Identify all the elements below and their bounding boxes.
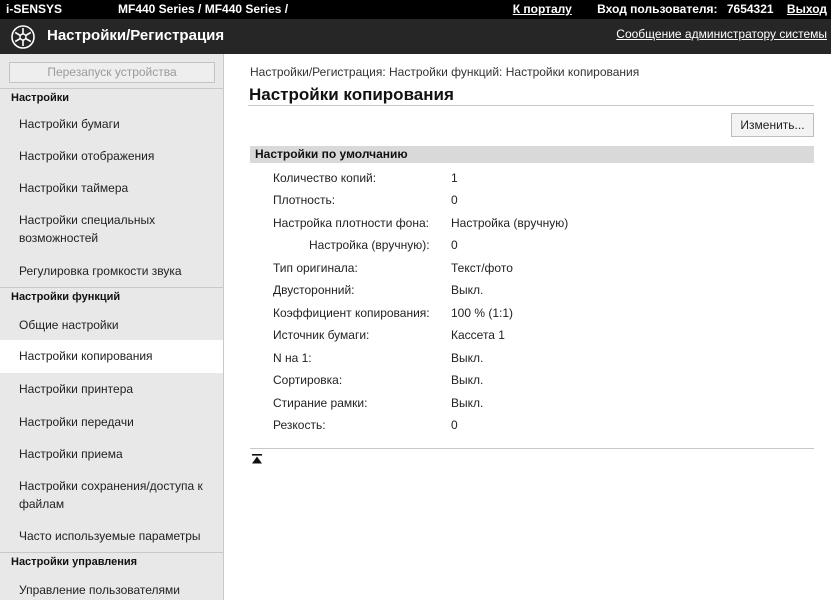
setting-value: Выкл. xyxy=(451,351,484,365)
setting-label: Источник бумаги: xyxy=(273,328,370,342)
sidebar-item-display-settings[interactable]: Настройки отображения xyxy=(0,147,223,165)
sidebar-item-timer-settings[interactable]: Настройки таймера xyxy=(0,179,223,197)
setting-label: Сортировка: xyxy=(273,373,343,387)
setting-label: Коэффициент копирования: xyxy=(273,306,430,320)
setting-value: 100 % (1:1) xyxy=(451,306,514,320)
gear-asterisk-icon xyxy=(11,25,35,49)
setting-value: 0 xyxy=(451,193,458,207)
group-header-default-settings: Настройки по умолчанию xyxy=(250,146,814,163)
page-title: Настройки копирования xyxy=(249,85,454,104)
setting-value: Выкл. xyxy=(451,396,484,410)
sidebar-item-accessibility-settings[interactable]: Настройки специальных возможностей xyxy=(0,211,200,247)
sidebar-item-favorite-settings[interactable]: Часто используемые параметры xyxy=(0,527,223,545)
brand-label: i-SENSYS xyxy=(6,2,63,16)
setting-label: N на 1: xyxy=(273,351,312,365)
sidebar-item-send-settings[interactable]: Настройки передачи xyxy=(0,413,223,431)
back-to-top-icon[interactable] xyxy=(251,453,263,465)
setting-value: Кассета 1 xyxy=(451,328,505,342)
sidebar-item-receive-settings[interactable]: Настройки приема xyxy=(0,445,223,463)
title-bar: Настройки/Регистрация Сообщение админист… xyxy=(0,19,831,54)
setting-value: 0 xyxy=(451,238,458,252)
setting-value: 1 xyxy=(451,171,458,185)
breadcrumb: Настройки/Регистрация: Настройки функций… xyxy=(250,65,640,79)
top-links: К порталу Вход пользователя: 7654321 Вых… xyxy=(513,2,827,16)
setting-label: Плотность: xyxy=(273,193,336,207)
title-divider xyxy=(248,105,814,106)
setting-label: Количество копий: xyxy=(273,171,377,185)
setting-value: Настройка (вручную) xyxy=(451,216,569,230)
sidebar: Перезапуск устройства Настройки Настройк… xyxy=(0,54,224,600)
top-bar: i-SENSYS MF440 Series / MF440 Series / К… xyxy=(0,0,831,19)
sidebar-item-printer-settings[interactable]: Настройки принтера xyxy=(0,380,223,398)
setting-value: 0 xyxy=(451,418,458,432)
edit-button[interactable]: Изменить... xyxy=(731,113,814,137)
sidebar-item-copy-settings[interactable]: Настройки копирования xyxy=(0,340,223,373)
portal-link[interactable]: К порталу xyxy=(513,2,572,16)
restart-device-button[interactable]: Перезапуск устройства xyxy=(9,62,215,83)
sidebar-section-function-settings: Настройки функций xyxy=(0,287,223,307)
user-id: 7654321 xyxy=(726,2,774,16)
setting-label: Резкость: xyxy=(273,418,326,432)
logout-link[interactable]: Выход xyxy=(787,2,827,16)
setting-label: Двусторонний: xyxy=(273,283,355,297)
app-title: Настройки/Регистрация xyxy=(47,27,225,44)
setting-label: Настройка (вручную): xyxy=(309,238,430,252)
sidebar-item-paper-settings[interactable]: Настройки бумаги xyxy=(0,115,223,133)
setting-value: Выкл. xyxy=(451,373,484,387)
sidebar-item-common-settings[interactable]: Общие настройки xyxy=(0,316,223,334)
sidebar-section-management-settings: Настройки управления xyxy=(0,552,223,572)
setting-value: Выкл. xyxy=(451,283,484,297)
sidebar-item-user-management[interactable]: Управление пользователями xyxy=(0,581,223,599)
setting-label: Стирание рамки: xyxy=(273,396,368,410)
model-label: MF440 Series / MF440 Series / xyxy=(118,2,289,16)
sidebar-item-volume-settings[interactable]: Регулировка громкости звука xyxy=(0,262,223,280)
admin-message-link[interactable]: Сообщение администратору системы xyxy=(616,27,827,41)
user-login-label: Вход пользователя: xyxy=(597,2,718,16)
sidebar-item-store-access-files-settings[interactable]: Настройки сохранения/доступа к файлам xyxy=(0,477,205,513)
bottom-divider xyxy=(250,448,814,449)
setting-label: Тип оригинала: xyxy=(273,261,358,275)
sidebar-section-settings: Настройки xyxy=(0,88,223,108)
setting-label: Настройка плотности фона: xyxy=(273,216,429,230)
setting-value: Текст/фото xyxy=(451,261,513,275)
